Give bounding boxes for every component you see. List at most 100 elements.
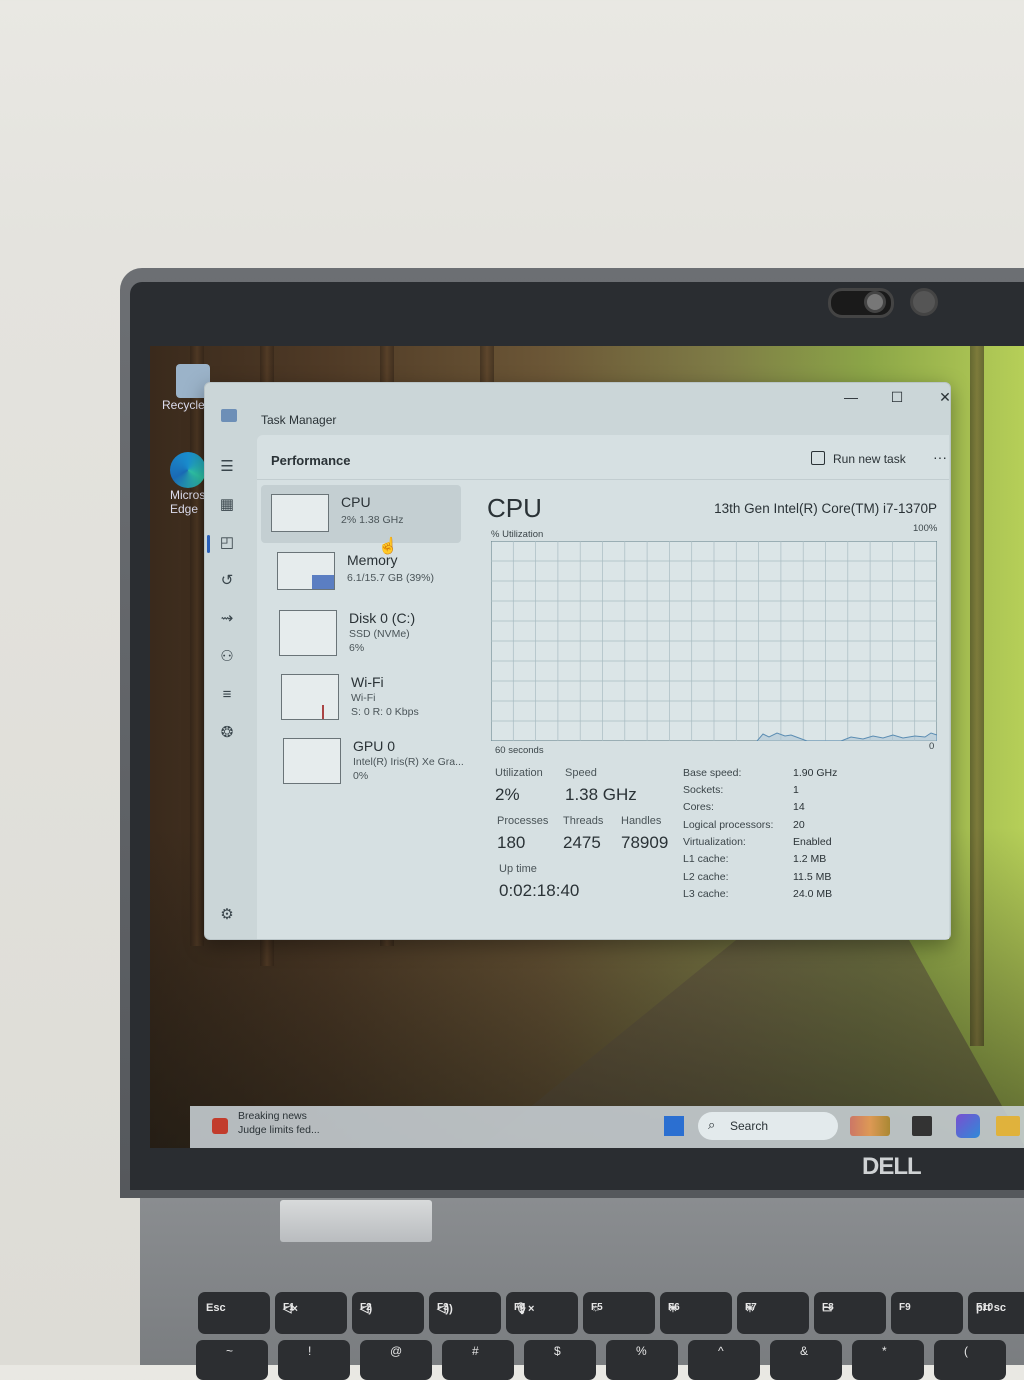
- wifi-thumbnail-graph: [281, 674, 339, 720]
- processes-value: 180: [497, 833, 526, 852]
- resource-item-memory[interactable]: Memory 6.1/15.7 GB (39%): [267, 543, 467, 601]
- performance-content: Performance Run new task ··· CPU 2% 1.38…: [257, 435, 949, 939]
- resource-detail: Intel(R) Iris(R) Xe Gra...: [353, 756, 464, 768]
- maximize-button[interactable]: ☐: [883, 389, 911, 406]
- number-row-key[interactable]: @: [360, 1340, 432, 1380]
- startup-apps-icon[interactable]: ⇝: [217, 609, 237, 629]
- number-row-key[interactable]: *: [852, 1340, 924, 1380]
- hand-cursor-icon: ☝: [378, 538, 398, 555]
- spec-cores-label: Cores:: [683, 801, 714, 813]
- resource-name: Wi-Fi: [351, 674, 384, 690]
- graph-min-label: 0: [929, 741, 935, 752]
- number-row-key[interactable]: ^: [688, 1340, 760, 1380]
- key-f9[interactable]: F9: [891, 1292, 963, 1334]
- minimize-button[interactable]: —: [837, 389, 865, 405]
- resource-item-wifi[interactable]: Wi-Fi Wi-Fi S: 0 R: 0 Kbps: [271, 665, 471, 723]
- key-label: @: [390, 1344, 403, 1358]
- number-row-key[interactable]: ~: [196, 1340, 268, 1380]
- processes-icon[interactable]: ▦: [217, 495, 237, 515]
- window-title: Task Manager: [261, 413, 337, 427]
- file-explorer-icon[interactable]: [996, 1116, 1020, 1136]
- key-esc[interactable]: Esc: [198, 1292, 270, 1334]
- number-row-key[interactable]: #: [442, 1340, 514, 1380]
- run-new-task-label: Run new task: [833, 452, 906, 466]
- users-icon[interactable]: ⚇: [217, 647, 237, 667]
- resource-item-cpu[interactable]: CPU 2% 1.38 GHz: [261, 485, 461, 543]
- key-f8[interactable]: ▭ F8: [814, 1292, 886, 1334]
- number-row-key[interactable]: %: [606, 1340, 678, 1380]
- task-view-icon[interactable]: [912, 1116, 932, 1136]
- resource-detail: 6.1/15.7 GB (39%): [347, 572, 434, 584]
- task-manager-window: Task Manager — ☐ ✕ ☰ ▦ ◰ ↺ ⇝ ⚇ ≡ ❂ ⚙ Per…: [204, 382, 951, 940]
- key-fn-label: F7: [745, 1302, 757, 1313]
- task-manager-app-icon: [221, 409, 237, 422]
- key-f1[interactable]: ◁× F1: [275, 1292, 347, 1334]
- services-icon[interactable]: ❂: [217, 723, 237, 743]
- key-f6[interactable]: ☀ F6: [660, 1292, 732, 1334]
- handles-value: 78909: [621, 833, 669, 852]
- run-new-task-button[interactable]: Run new task: [805, 447, 912, 470]
- key-f4[interactable]: 🎙× F4: [506, 1292, 578, 1334]
- spec-virtualization-value: Enabled: [793, 836, 832, 848]
- hamburger-menu-icon[interactable]: ☰: [217, 457, 237, 477]
- details-icon[interactable]: ≡: [217, 685, 237, 705]
- cpu-utilization-graph: [491, 541, 937, 741]
- key-f2[interactable]: ◁) F2: [352, 1292, 424, 1334]
- spec-l2-cache-label: L2 cache:: [683, 871, 729, 883]
- more-options-button[interactable]: ···: [933, 449, 947, 465]
- settings-gear-icon[interactable]: ⚙: [217, 905, 237, 925]
- key-fn-label: F10: [976, 1302, 994, 1313]
- wallpaper-bamboo: [970, 346, 984, 1046]
- page-title: Performance: [271, 453, 351, 468]
- key-fn-label: F2: [360, 1302, 372, 1313]
- webcam: [826, 287, 946, 318]
- recycle-bin-label: Recycle: [162, 398, 205, 412]
- taskbar-search-box[interactable]: ⌕ Search: [698, 1112, 838, 1140]
- key-fn-label: F8: [822, 1302, 834, 1313]
- speed-label: Speed: [565, 767, 597, 779]
- key-label: &: [800, 1344, 809, 1358]
- number-row-key[interactable]: !: [278, 1340, 350, 1380]
- resource-item-disk[interactable]: Disk 0 (C:) SSD (NVMe) 6%: [269, 601, 469, 659]
- spec-l1-cache-label: L1 cache:: [683, 853, 729, 865]
- wifi-spike: [322, 705, 324, 719]
- spec-sockets-value: 1: [793, 784, 799, 796]
- memory-thumbnail-graph: [277, 552, 335, 590]
- utilization-value: 2%: [495, 785, 520, 804]
- key-f5[interactable]: ☼ F5: [583, 1292, 655, 1334]
- title-bar[interactable]: Task Manager — ☐ ✕: [205, 383, 951, 427]
- start-windows-icon[interactable]: [664, 1116, 684, 1136]
- resource-detail: S: 0 R: 0 Kbps: [351, 706, 419, 718]
- number-row-key[interactable]: $: [524, 1340, 596, 1380]
- desktop-screen: Recycle Micros Edge Task Manager — ☐ ✕ ☰…: [150, 346, 1024, 1148]
- news-title[interactable]: Breaking news: [238, 1110, 307, 1122]
- performance-icon[interactable]: ◰: [217, 533, 237, 553]
- close-button[interactable]: ✕: [931, 389, 959, 406]
- resource-detail: Wi-Fi: [351, 692, 376, 704]
- active-nav-indicator: [207, 535, 210, 553]
- wallpaper-bamboo: [190, 346, 204, 946]
- run-task-icon: [811, 451, 825, 465]
- copilot-icon[interactable]: [956, 1114, 980, 1138]
- key-label: ^: [718, 1344, 724, 1358]
- resource-item-gpu[interactable]: GPU 0 Intel(R) Iris(R) Xe Gra... 0%: [273, 729, 473, 787]
- key-f7[interactable]: ☀ F7: [737, 1292, 809, 1334]
- key-label: (: [964, 1344, 968, 1358]
- tulips-widget-icon[interactable]: [850, 1116, 890, 1136]
- spec-l2-cache-value: 11.5 MB: [793, 871, 832, 883]
- key-f10[interactable]: prt sc F10: [968, 1292, 1024, 1334]
- resource-detail: 2% 1.38 GHz: [341, 514, 404, 526]
- memory-usage-fill: [312, 575, 334, 589]
- number-row-key[interactable]: (: [934, 1340, 1006, 1380]
- number-row-key[interactable]: &: [770, 1340, 842, 1380]
- key-f3[interactable]: ◁)) F3: [429, 1292, 501, 1334]
- resource-detail: 0%: [353, 770, 369, 782]
- header-divider: [257, 479, 949, 480]
- graph-max-label: 100%: [913, 523, 938, 534]
- spec-base-speed-value: 1.90 GHz: [793, 767, 838, 779]
- app-history-icon[interactable]: ↺: [217, 571, 237, 591]
- recycle-bin-shortcut[interactable]: Recycle: [162, 364, 210, 412]
- news-widget-icon[interactable]: [212, 1118, 228, 1134]
- news-subtitle[interactable]: Judge limits fed...: [238, 1124, 320, 1136]
- spec-l1-cache-value: 1.2 MB: [793, 853, 827, 865]
